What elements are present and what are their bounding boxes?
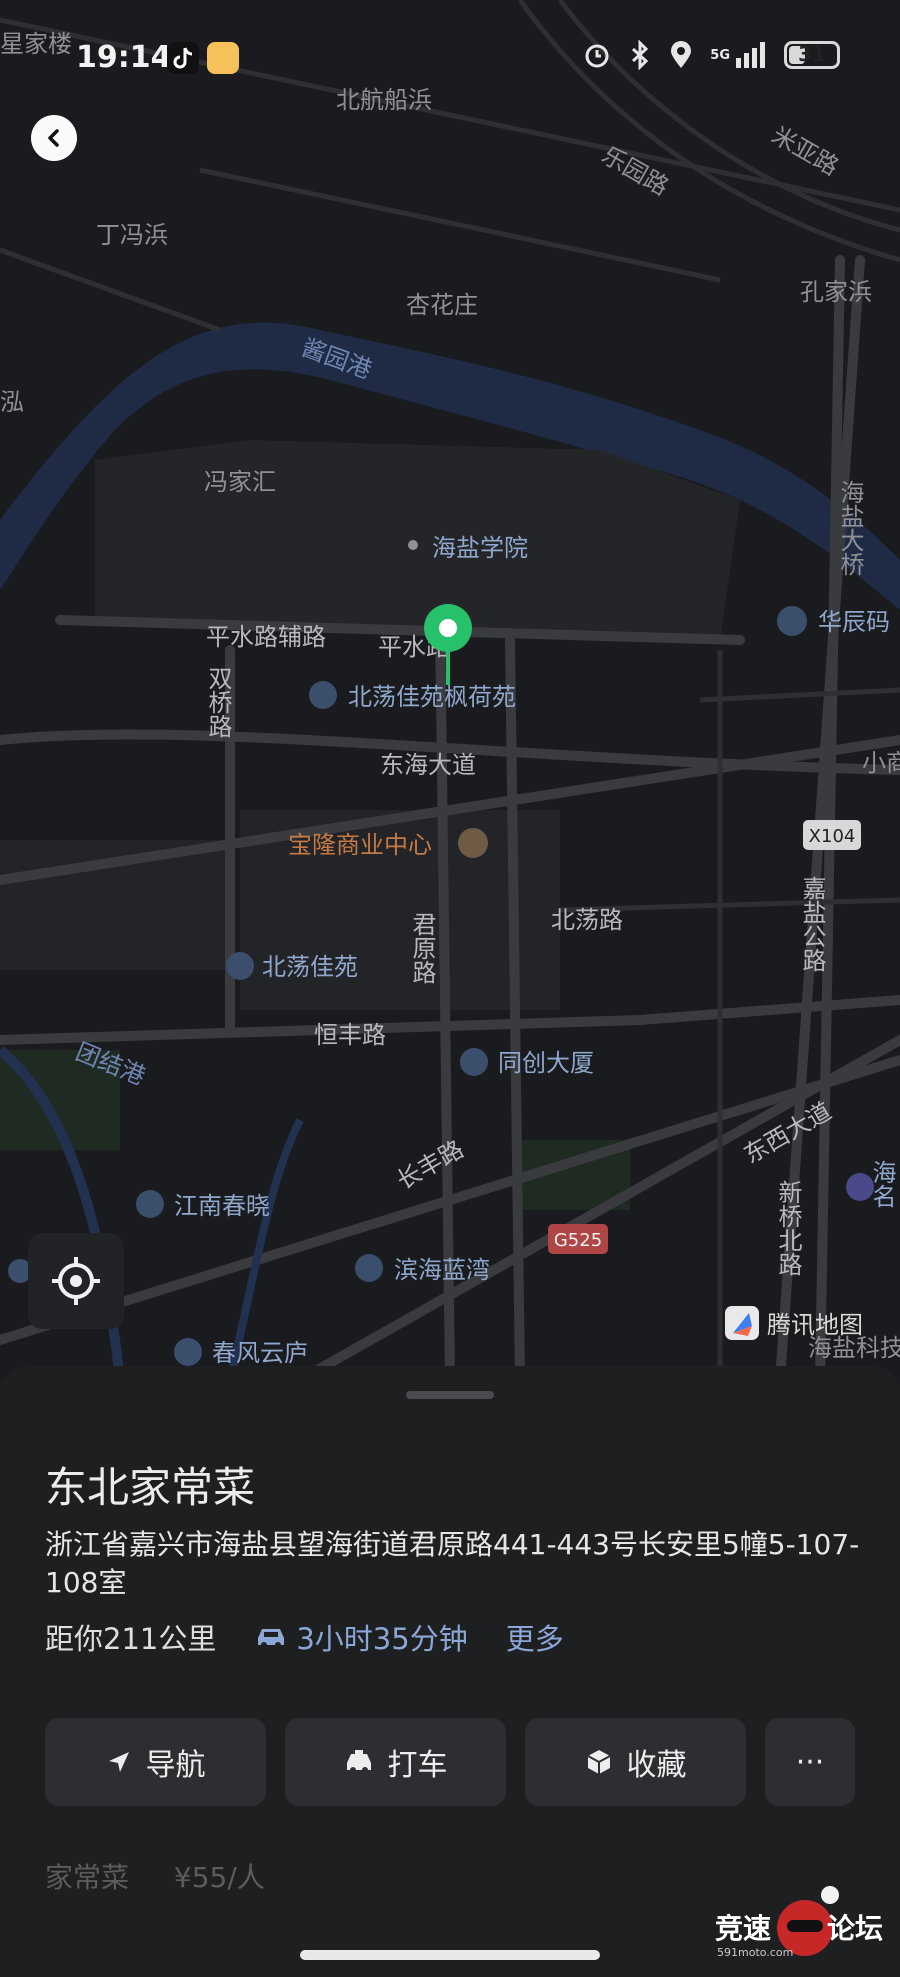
label-donghai: 东海大道 — [380, 751, 476, 779]
drive-time-label: 3小时35分钟 — [296, 1622, 468, 1656]
label-beidang-jiayuan: 北荡佳苑 — [262, 953, 358, 981]
alarm-icon — [585, 44, 609, 68]
label-fengjia: 冯家汇 — [204, 468, 276, 496]
label-jiayan: 嘉盐公路 — [798, 876, 826, 972]
label-xinghua: 杏花庄 — [406, 291, 478, 319]
watermark-text-right: 论坛 — [827, 1912, 883, 1945]
delivery-app-icon — [207, 42, 239, 74]
route-info: 距你211公里 3小时35分钟 更多 — [45, 1616, 564, 1658]
distance-text: 距你211公里 — [45, 1622, 217, 1656]
price-tag: ¥55/人 — [173, 1861, 265, 1894]
building-icon — [174, 1338, 202, 1366]
battery-level: 31 — [798, 42, 826, 66]
location-icon — [671, 41, 692, 68]
favorite-button[interactable]: 收藏 — [525, 1718, 746, 1806]
label-xinqiao: 新桥北路 — [774, 1180, 802, 1276]
hotel-icon — [846, 1173, 874, 1201]
label-hengfeng: 恒丰路 — [314, 1021, 386, 1049]
back-button[interactable] — [31, 115, 77, 161]
more-link[interactable]: 更多 — [506, 1616, 564, 1658]
road-shield-x104-label: X104 — [809, 826, 856, 847]
navigate-button[interactable]: 导航 — [45, 1718, 266, 1806]
label-zhaobang: 泓 — [0, 388, 24, 416]
status-time: 19:14 — [76, 40, 172, 75]
label-beidang-fenghe: 北荡佳苑枫荷苑 — [348, 683, 516, 711]
bluetooth-icon — [632, 40, 649, 70]
building-icon — [226, 952, 254, 980]
watermark-text-left: 竞速 — [715, 1912, 771, 1945]
label-baolong: 宝隆商业中心 — [288, 831, 432, 859]
anchor-icon — [777, 606, 807, 636]
home-indicator[interactable] — [300, 1950, 600, 1960]
action-buttons: 导航 打车 收藏 ··· — [45, 1718, 855, 1806]
place-address: 浙江省嘉兴市海盐县望海街道君原路441-443号长安里5幢5-107-108室 — [45, 1528, 860, 1599]
status-bar: 19:14 5G 31 — [0, 0, 900, 120]
shopping-bag-icon — [458, 828, 488, 858]
road-shield-g525-label: G525 — [554, 1230, 602, 1251]
favorite-label: 收藏 — [626, 1748, 687, 1783]
office-icon — [460, 1048, 488, 1076]
label-haiyan-daqiao: 海盐大桥 — [836, 480, 864, 576]
place-tags: 家常菜 ¥55/人 — [45, 1856, 265, 1896]
map-view[interactable]: 北航船浜 乐园路 米亚路 丁冯浜 杏花庄 孔家浜 泓 星家楼 冯家汇 海盐学院 … — [0, 0, 900, 1380]
battery-icon: 31 — [784, 41, 840, 69]
label-xiaoqu: 小商 — [862, 749, 900, 777]
label-shuangqiao: 双桥路 — [204, 666, 232, 738]
label-jiangnan: 江南春晓 — [174, 1192, 270, 1220]
navigate-label: 导航 — [145, 1748, 206, 1783]
label-tongchuang: 同创大厦 — [498, 1049, 594, 1077]
label-beidang-lu: 北荡路 — [551, 906, 623, 934]
label-dingfeng: 丁冯浜 — [96, 221, 168, 249]
school-dot-icon — [408, 540, 418, 550]
watermark-logo: 竞速 论坛 591moto.com — [705, 1880, 895, 1972]
car-icon — [258, 1629, 285, 1648]
taxi-label: 打车 — [387, 1748, 448, 1783]
tiktok-app-icon — [167, 42, 199, 74]
network-label: 5G — [710, 47, 730, 63]
building-icon — [309, 681, 337, 709]
locate-me-button[interactable] — [28, 1233, 124, 1329]
navigation-arrow-icon — [108, 1752, 129, 1772]
place-name: 东北家常菜 — [45, 1463, 256, 1512]
chevron-left-icon — [48, 129, 59, 147]
box-icon — [587, 1750, 610, 1774]
label-huachen: 华辰码 — [818, 608, 890, 636]
label-binhai: 滨海蓝湾 — [394, 1256, 490, 1284]
label-pingshui-fulu: 平水路辅路 — [206, 623, 326, 651]
label-haiyan-xueyuan: 海盐学院 — [432, 534, 528, 562]
status-icons: 5G 31 — [582, 40, 840, 70]
drive-time[interactable]: 3小时35分钟 — [254, 1616, 468, 1658]
label-junyuan: 君原路 — [408, 912, 436, 984]
label-kongjia: 孔家浜 — [800, 278, 872, 306]
building-icon — [355, 1254, 383, 1282]
more-dots-icon: ··· — [795, 1744, 825, 1780]
more-options-button[interactable]: ··· — [765, 1718, 855, 1806]
map-provider-label: 腾讯地图 — [767, 1311, 863, 1339]
signal-icon — [736, 42, 765, 68]
crosshair-icon — [52, 1257, 100, 1305]
building-icon — [136, 1190, 164, 1218]
sheet-drag-handle[interactable] — [406, 1391, 494, 1399]
taxi-button[interactable]: 打车 — [285, 1718, 506, 1806]
label-chunfeng: 春风云庐 — [212, 1339, 308, 1367]
taxi-icon — [346, 1750, 371, 1773]
watermark-site: 591moto.com — [717, 1946, 793, 1959]
category-tag: 家常菜 — [45, 1861, 130, 1894]
